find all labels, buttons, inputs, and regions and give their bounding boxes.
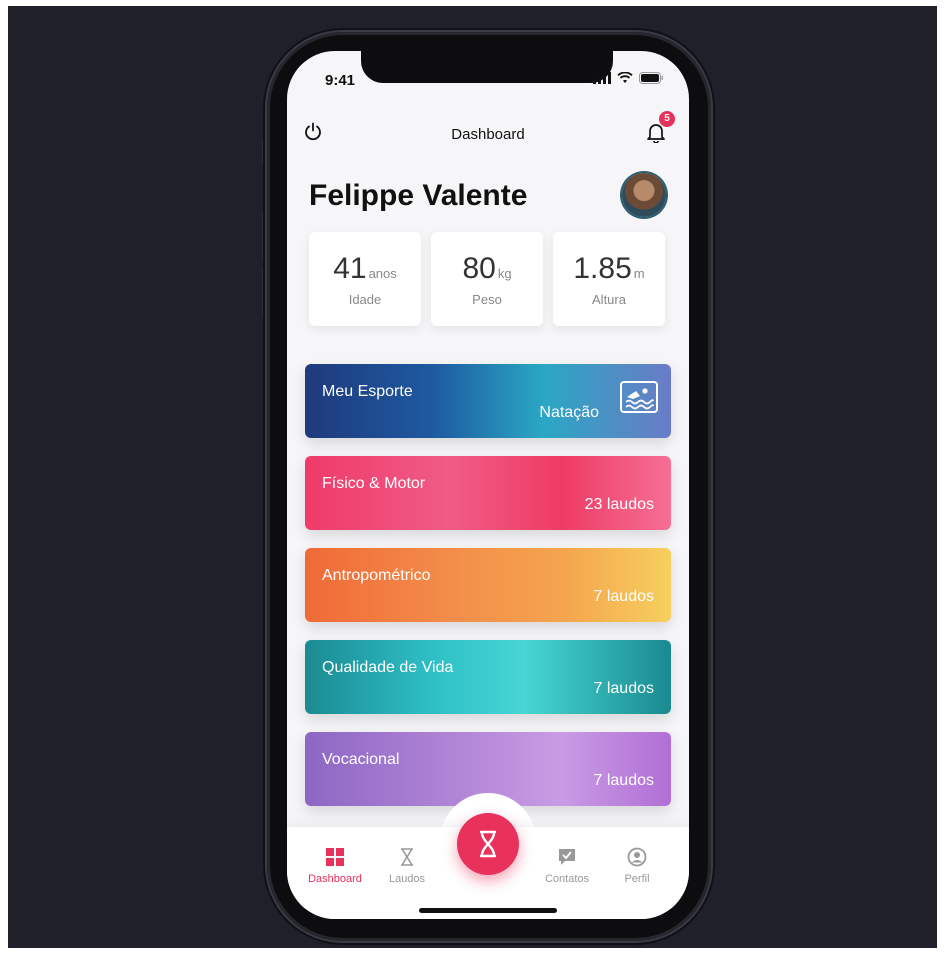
tab-contatos[interactable]: Contatos — [532, 847, 602, 885]
stat-value: 41 — [333, 252, 367, 285]
card-fisico-motor[interactable]: Físico & Motor 23 laudos — [305, 456, 671, 530]
card-count: 23 laudos — [585, 496, 654, 514]
dna-icon — [479, 830, 497, 858]
stat-card-idade: 41 anos Idade — [309, 232, 421, 326]
count-number: 23 — [584, 496, 603, 513]
card-title: Vocacional — [322, 751, 400, 768]
avatar[interactable] — [622, 173, 666, 217]
status-time: 9:41 — [325, 72, 356, 89]
center-action-button[interactable] — [457, 813, 519, 875]
tab-dashboard[interactable]: Dashboard — [300, 847, 370, 885]
count-unit: laudos — [606, 588, 654, 605]
category-list: Meu Esporte Natação Físico & Motor 23 la… — [305, 364, 671, 824]
card-qualidade-de-vida[interactable]: Qualidade de Vida 7 laudos — [305, 640, 671, 714]
count-number: 7 — [593, 680, 603, 697]
card-count: 7 laudos — [593, 588, 654, 606]
grid-icon — [326, 848, 344, 866]
swimming-icon — [620, 381, 658, 413]
card-count: 7 laudos — [593, 772, 654, 790]
hourglass-icon — [401, 848, 413, 866]
stat-label: Peso — [472, 292, 502, 307]
card-meu-esporte[interactable]: Meu Esporte Natação — [305, 364, 671, 438]
count-unit: laudos — [606, 772, 654, 789]
side-button — [262, 140, 266, 164]
card-title: Físico & Motor — [322, 475, 426, 492]
card-title: Meu Esporte — [322, 383, 413, 400]
tab-perfil[interactable]: Perfil — [602, 847, 672, 885]
stat-value: 80 — [462, 252, 496, 285]
tab-label: Laudos — [388, 873, 426, 885]
stat-unit: kg — [497, 266, 512, 281]
count-unit: laudos — [606, 496, 654, 513]
notch — [361, 51, 613, 83]
count-number: 7 — [593, 772, 603, 789]
count-unit: laudos — [606, 680, 654, 697]
chat-check-icon — [559, 849, 575, 865]
stat-label: Altura — [592, 292, 626, 307]
signal-icon — [593, 72, 611, 84]
card-title: Antropométrico — [322, 567, 431, 584]
home-indicator — [419, 908, 557, 913]
phone-screen: 9:41 Dashboard 5 Felippe Valente 41 anos … — [287, 51, 689, 919]
card-antropometrico[interactable]: Antropométrico 7 laudos — [305, 548, 671, 622]
card-count: 7 laudos — [593, 680, 654, 698]
count-number: 7 — [593, 588, 603, 605]
user-name: Felippe Valente — [309, 179, 528, 212]
tab-laudos[interactable]: Laudos — [372, 847, 442, 885]
tab-label: Perfil — [624, 873, 650, 885]
wifi-icon — [617, 72, 633, 83]
stat-card-altura: 1.85 m Altura — [553, 232, 665, 326]
stat-card-peso: 80 kg Peso — [431, 232, 543, 326]
page-title: Dashboard — [451, 126, 525, 143]
volume-down-button — [262, 268, 266, 318]
battery-icon — [639, 72, 663, 84]
notification-badge: 5 — [659, 111, 675, 127]
card-title: Qualidade de Vida — [322, 659, 454, 676]
tab-label: Contatos — [544, 873, 590, 885]
card-value: Natação — [539, 404, 599, 421]
stat-unit: m — [633, 266, 645, 281]
tab-label: Dashboard — [308, 873, 362, 885]
person-icon — [627, 847, 647, 867]
stat-unit: anos — [368, 266, 397, 281]
stats-row: 41 anos Idade 80 kg Peso 1.85 m Altura — [309, 232, 665, 326]
volume-up-button — [262, 212, 266, 262]
stat-label: Idade — [348, 292, 382, 307]
stat-value: 1.85 — [573, 252, 632, 285]
status-icons — [593, 71, 663, 85]
